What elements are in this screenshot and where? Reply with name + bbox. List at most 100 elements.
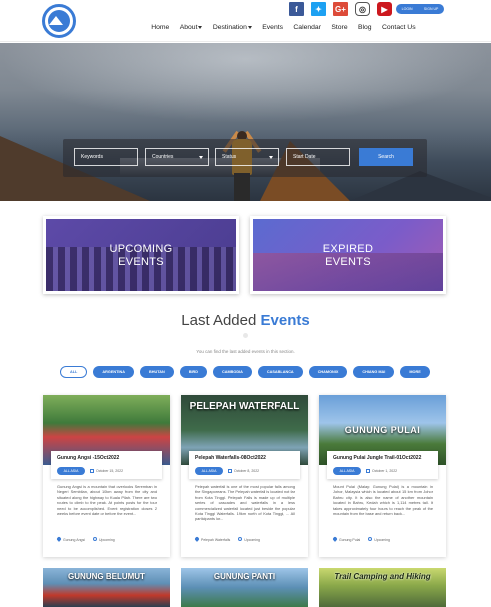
event-card-meta: ALL ASIA October 1, 2022 [333, 467, 397, 475]
event-card-badge[interactable]: ALL ASIA [195, 467, 223, 475]
filter-chamonix[interactable]: CHAMONIX [308, 366, 348, 378]
location-pin-icon [332, 536, 338, 542]
location-pin-icon [194, 536, 200, 542]
event-card-description: Pelepah waterfall is one of the most pop… [195, 484, 295, 522]
event-card-status: Upcoming [368, 537, 390, 542]
site-logo[interactable] [42, 4, 76, 38]
event-card-status-text: Upcoming [99, 538, 115, 542]
event-card-badge[interactable]: ALL ASIA [333, 467, 361, 475]
event-card-date: October 8, 2022 [228, 469, 259, 473]
location-pin-icon [56, 536, 62, 542]
chevron-down-icon [269, 156, 273, 159]
filter-all[interactable]: ALL [60, 366, 88, 378]
nav-events-label: Events [262, 24, 284, 31]
event-card-image[interactable]: Trail Camping and Hiking [319, 568, 446, 607]
chevron-down-icon [247, 25, 252, 29]
nav-calendar[interactable]: Calendar [288, 24, 326, 31]
start-date-input[interactable]: Start Date [286, 148, 350, 166]
login-button[interactable]: LOGIN [402, 7, 413, 11]
event-card-description: Gunung Angsi is a mountain that overlook… [57, 484, 157, 517]
nav-events[interactable]: Events [257, 24, 288, 31]
event-card-image-text: GUNUNG PANTI [213, 572, 276, 581]
signup-button[interactable]: SIGN UP [424, 7, 438, 11]
google-plus-icon[interactable]: G+ [333, 2, 348, 16]
search-button[interactable]: Search [359, 148, 413, 166]
start-date-placeholder: Start Date [293, 154, 316, 160]
event-card-status-text: Upcoming [244, 538, 261, 542]
clock-icon [368, 537, 373, 541]
nav-destination-label: Destination [212, 24, 247, 31]
event-card-image-text: GUNUNG PULAI [344, 425, 421, 435]
event-card-title[interactable]: Gunung Pulai Jungle Trail-01Oct2022 [333, 455, 432, 461]
calendar-icon [228, 469, 232, 473]
clock-icon [93, 537, 97, 541]
event-card-image[interactable]: GUNUNG PANTI [181, 568, 308, 607]
nav-destination[interactable]: Destination [208, 24, 257, 31]
clock-icon [238, 537, 243, 541]
calendar-icon [366, 469, 370, 473]
filter-chiang-mai[interactable]: CHIANG MAI [353, 366, 395, 378]
event-card-location: Gunung Angsi [56, 536, 85, 542]
event-card[interactable]: PELEPAH WATERFALL Pelepah Waterfalls-08O… [181, 395, 308, 557]
nav-home[interactable]: Home [146, 24, 175, 31]
nav-contact[interactable]: Contact Us [377, 24, 421, 31]
event-card-footer: Gunung Angsi Upcoming [56, 536, 115, 542]
event-card-date-text: October 1, 2022 [372, 469, 398, 473]
event-card-location: Pelepah Waterfalls [194, 536, 231, 542]
nav-about[interactable]: About [175, 24, 208, 31]
hero-clouds [0, 43, 491, 123]
nav-blog[interactable]: Blog [353, 24, 377, 31]
nav-blog-label: Blog [357, 24, 372, 31]
event-card-footer: Gunung Pulai Upcoming [332, 536, 390, 542]
filter-bird[interactable]: BIRD [179, 366, 207, 378]
event-card-location-text: Gunung Pulai [339, 538, 361, 542]
event-card-badge[interactable]: ALL ASIA [57, 467, 85, 475]
event-card-status: Upcoming [93, 537, 115, 542]
countries-select[interactable]: Countries [145, 148, 209, 166]
section-subtitle: You can find the last added events in th… [196, 349, 295, 354]
filter-casablanca[interactable]: CASABLANCA [257, 366, 303, 378]
twitter-icon[interactable]: ✦ [311, 2, 326, 16]
event-card[interactable]: GUNUNG PULAI Gunung Pulai Jungle Trail-0… [319, 395, 446, 557]
upcoming-events-card[interactable]: UPCOMING EVENTS [43, 216, 239, 294]
youtube-icon[interactable]: ▶ [377, 2, 392, 16]
event-card[interactable]: Gunung Angsi -15Oct2022 ALL ASIA October… [43, 395, 170, 557]
event-card-meta: ALL ASIA October 8, 2022 [195, 467, 259, 475]
event-card-date-text: October 8, 2022 [234, 469, 260, 473]
event-search-panel: Keywords Countries Status Start Date Sea… [63, 139, 427, 177]
instagram-icon[interactable]: ◎ [355, 2, 370, 16]
nav-store-label: Store [331, 24, 348, 31]
event-card-location-text: Pelepah Waterfalls [201, 538, 231, 542]
event-card-image[interactable]: GUNUNG BELUMUT [43, 568, 170, 607]
event-card-description: Mount Pulai (Malay: Gunung Pulai) is a m… [333, 484, 433, 517]
filter-cambodia[interactable]: CAMBODIA [213, 366, 252, 378]
event-card-date: October 1, 2022 [366, 469, 397, 473]
facebook-icon[interactable]: f [289, 2, 304, 16]
keywords-placeholder: Keywords [81, 154, 103, 160]
hero-banner: Keywords Countries Status Start Date Sea… [0, 43, 491, 201]
calendar-icon [90, 469, 94, 473]
keywords-input[interactable]: Keywords [74, 148, 138, 166]
event-card-meta: ALL ASIA October 15, 2022 [57, 467, 123, 475]
filter-bhutan[interactable]: BHUTAN [139, 366, 174, 378]
event-card-location: Gunung Pulai [332, 536, 361, 542]
status-select[interactable]: Status [215, 148, 279, 166]
section-title-plain: Last Added [181, 312, 257, 329]
site-header: f ✦ G+ ◎ ▶ LOGIN SIGN UP Home About Dest… [0, 0, 491, 42]
nav-home-label: Home [151, 24, 170, 31]
countries-placeholder: Countries [152, 154, 174, 160]
expired-events-card[interactable]: EXPIRED EVENTS [250, 216, 446, 294]
event-card-title[interactable]: Gunung Angsi -15Oct2022 [57, 455, 156, 461]
filter-more[interactable]: MORE [400, 366, 430, 378]
event-card-status: Upcoming [238, 537, 260, 542]
section-divider-dot [243, 333, 248, 338]
nav-store[interactable]: Store [326, 24, 353, 31]
filter-argentina[interactable]: ARGENTINA [93, 366, 134, 378]
chevron-down-icon [198, 25, 203, 29]
social-links: f ✦ G+ ◎ ▶ [289, 2, 392, 16]
logo-mountain-icon [49, 16, 63, 25]
event-card-title[interactable]: Pelepah Waterfalls-08Oct2022 [195, 455, 294, 461]
chevron-down-icon [199, 156, 203, 159]
section-title-highlight: Events [260, 312, 310, 329]
event-card-image-text: Trail Camping and Hiking [334, 572, 431, 581]
